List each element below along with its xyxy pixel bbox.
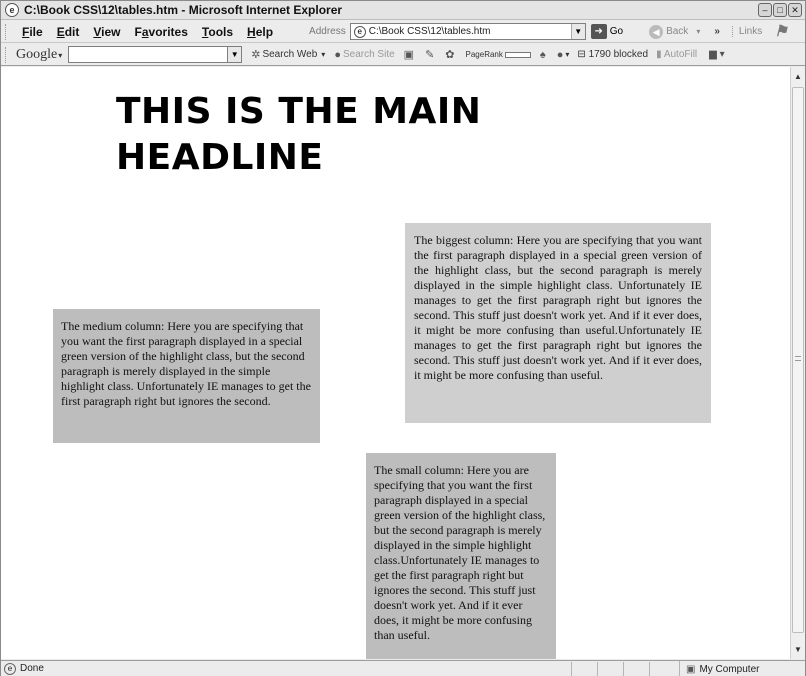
toolbar-grip[interactable] xyxy=(5,23,8,40)
gear-icon: ✿ xyxy=(445,49,455,61)
back-button[interactable]: ◀ Back ▾ xyxy=(649,24,700,39)
search-site-button[interactable]: ● Search Site xyxy=(334,49,394,61)
window-title: C:\Book CSS\12\tables.htm - Microsoft In… xyxy=(24,3,343,17)
status-cells xyxy=(571,662,675,676)
ie-logo-icon: e xyxy=(5,3,19,17)
address-dropdown-icon[interactable]: ▼ xyxy=(570,24,585,39)
page-info-button[interactable]: ▣ xyxy=(404,48,416,61)
search-history-dropdown-icon[interactable]: ▼ xyxy=(228,46,243,63)
go-arrow-icon: ➜ xyxy=(590,24,607,39)
google-menu-icon: ▾ xyxy=(58,50,63,60)
search-web-button[interactable]: ✲ Search Web ▾ xyxy=(251,48,325,61)
page-status-icon: e xyxy=(4,662,16,675)
menu-help[interactable]: Help xyxy=(247,25,273,39)
pagerank-meter: PageRank xyxy=(466,50,531,59)
folder-icon[interactable]: ▆ ▾ xyxy=(709,49,725,60)
zone-label: My Computer xyxy=(699,663,760,675)
popup-blocker-icon: ⊟ xyxy=(577,49,586,60)
thumbs-icon: ♠ xyxy=(539,48,546,61)
search-web-dropdown-icon: ▾ xyxy=(321,50,326,59)
menu-tools[interactable]: Tools xyxy=(202,25,233,39)
menu-view[interactable]: View xyxy=(93,25,120,39)
go-button[interactable]: ➜ Go xyxy=(590,24,624,39)
status-cell xyxy=(571,662,597,676)
status-cell xyxy=(649,662,675,676)
scroll-thumb[interactable] xyxy=(792,87,804,633)
toolbar-grip[interactable] xyxy=(5,46,8,63)
windows-logo-icon: ⚑ xyxy=(774,22,788,40)
page-icon: e xyxy=(353,25,366,38)
menu-bar: File Edit View Favorites Tools Help Addr… xyxy=(1,21,805,43)
vote-icon: ● xyxy=(556,48,564,61)
voting-button[interactable]: ● ▾ xyxy=(557,49,570,61)
biggest-column: The biggest column: Here you are specify… xyxy=(405,223,711,423)
address-field[interactable]: e C:\Book CSS\12\tables.htm ▼ xyxy=(349,23,586,40)
thumbs-down-button[interactable]: ♠ xyxy=(540,49,548,61)
autofill-icon: ▮ xyxy=(656,49,662,60)
page-info-icon: ▣ xyxy=(403,49,415,61)
maximize-button[interactable]: □ xyxy=(773,3,787,17)
scroll-down-arrow-icon[interactable]: ▼ xyxy=(791,642,805,657)
vertical-scrollbar[interactable]: ▲ ▼ xyxy=(790,67,805,659)
options-button[interactable]: ✿ xyxy=(445,48,456,61)
search-site-icon: ● xyxy=(334,48,341,61)
status-bar: e Done ▣ My Computer xyxy=(1,660,805,676)
small-column: The small column: Here you are specifyin… xyxy=(366,453,556,659)
pagerank-bar xyxy=(504,51,531,58)
vote-dropdown-icon: ▾ xyxy=(565,50,570,59)
page-viewport[interactable]: THIS IS THE MAIN HEADLINE The biggest co… xyxy=(1,67,790,659)
close-button[interactable]: ✕ xyxy=(788,3,802,17)
links-button[interactable]: Links xyxy=(731,26,762,37)
status-cell xyxy=(597,662,623,676)
menu-file[interactable]: File xyxy=(22,25,43,39)
security-zone[interactable]: ▣ My Computer xyxy=(679,661,805,676)
window-controls: – □ ✕ xyxy=(758,3,802,17)
popup-blocker[interactable]: ⊟ 1790 blocked xyxy=(577,49,648,60)
binoculars-icon: ✲ xyxy=(251,49,261,61)
back-label: Back xyxy=(666,26,689,37)
toolbar-overflow-chevron[interactable]: » xyxy=(714,26,720,37)
status-cell xyxy=(623,662,649,676)
address-value[interactable]: C:\Book CSS\12\tables.htm xyxy=(369,26,571,37)
google-logo[interactable]: Google▾ xyxy=(16,47,62,63)
go-label: Go xyxy=(609,26,624,37)
google-search-input[interactable] xyxy=(68,46,229,63)
autofill-button[interactable]: ▮ AutoFill xyxy=(656,49,697,60)
medium-column: The medium column: Here you are specifyi… xyxy=(53,309,320,443)
computer-icon: ▣ xyxy=(686,663,696,675)
back-arrow-icon: ◀ xyxy=(649,24,664,39)
address-label: Address xyxy=(309,26,346,37)
browser-window: e C:\Book CSS\12\tables.htm - Microsoft … xyxy=(0,0,806,676)
scroll-up-arrow-icon[interactable]: ▲ xyxy=(791,69,805,84)
minimize-button[interactable]: – xyxy=(758,3,772,17)
menu-favorites[interactable]: Favorites xyxy=(135,25,188,39)
back-dropdown-icon[interactable]: ▾ xyxy=(696,27,700,36)
google-toolbar: Google▾ ▼ ✲ Search Web ▾ ● Search Site ▣ ✎ … xyxy=(1,44,805,66)
status-text: Done xyxy=(20,663,44,674)
main-headline: THIS IS THE MAIN HEADLINE xyxy=(116,91,482,178)
menu-edit[interactable]: Edit xyxy=(57,25,80,39)
scroll-grip xyxy=(795,356,801,361)
highlighter-icon: ✎ xyxy=(425,49,435,61)
highlight-button[interactable]: ✎ xyxy=(425,48,436,61)
title-bar: e C:\Book CSS\12\tables.htm - Microsoft … xyxy=(1,1,805,20)
